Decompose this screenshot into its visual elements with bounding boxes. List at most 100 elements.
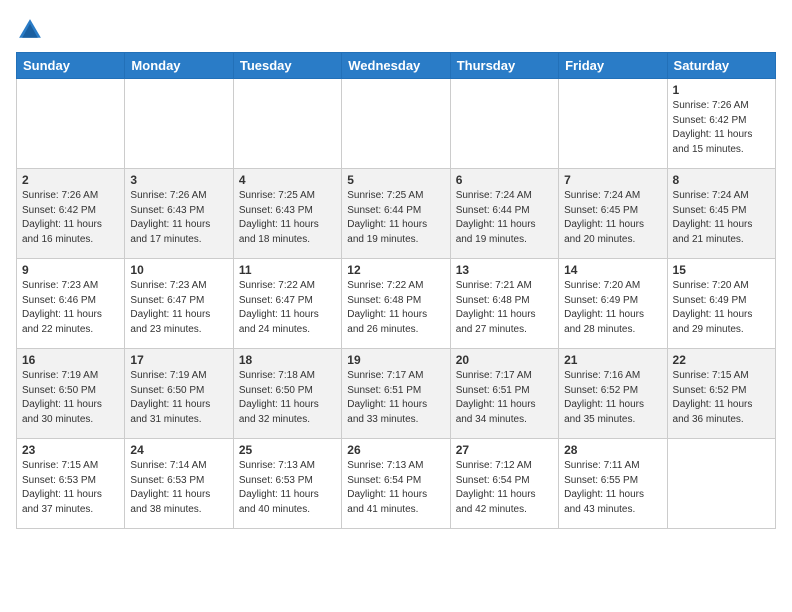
day-info: Sunrise: 7:26 AM Sunset: 6:42 PM Dayligh…: [22, 189, 119, 247]
calendar-cell: [125, 79, 233, 169]
day-number: 3: [130, 173, 227, 187]
calendar-cell: [667, 439, 775, 529]
day-number: 21: [564, 353, 661, 367]
day-info: Sunrise: 7:17 AM Sunset: 6:51 PM Dayligh…: [347, 369, 444, 427]
calendar-header-sunday: Sunday: [17, 53, 125, 79]
calendar-week-row: 9 Sunrise: 7:23 AM Sunset: 6:46 PM Daylig…: [17, 259, 776, 349]
day-number: 18: [239, 353, 336, 367]
calendar-header-monday: Monday: [125, 53, 233, 79]
calendar-cell: [559, 79, 667, 169]
day-number: 20: [456, 353, 553, 367]
day-info: Sunrise: 7:25 AM Sunset: 6:43 PM Dayligh…: [239, 189, 336, 247]
calendar-cell: 20 Sunrise: 7:17 AM Sunset: 6:51 PM Dayli…: [450, 349, 558, 439]
day-number: 9: [22, 263, 119, 277]
day-number: 10: [130, 263, 227, 277]
day-info: Sunrise: 7:13 AM Sunset: 6:54 PM Dayligh…: [347, 459, 444, 517]
day-number: 1: [673, 83, 770, 97]
day-number: 4: [239, 173, 336, 187]
calendar-cell: 22 Sunrise: 7:15 AM Sunset: 6:52 PM Dayli…: [667, 349, 775, 439]
calendar-cell: 21 Sunrise: 7:16 AM Sunset: 6:52 PM Dayli…: [559, 349, 667, 439]
day-info: Sunrise: 7:24 AM Sunset: 6:44 PM Dayligh…: [456, 189, 553, 247]
calendar-cell: 15 Sunrise: 7:20 AM Sunset: 6:49 PM Dayli…: [667, 259, 775, 349]
calendar-cell: 2 Sunrise: 7:26 AM Sunset: 6:42 PM Daylig…: [17, 169, 125, 259]
day-number: 17: [130, 353, 227, 367]
day-info: Sunrise: 7:15 AM Sunset: 6:52 PM Dayligh…: [673, 369, 770, 427]
day-info: Sunrise: 7:15 AM Sunset: 6:53 PM Dayligh…: [22, 459, 119, 517]
calendar-cell: 14Sunrise: 7:20 AM Sunset: 6:49 PM Dayli…: [559, 259, 667, 349]
calendar-cell: 23 Sunrise: 7:15 AM Sunset: 6:53 PM Dayli…: [17, 439, 125, 529]
calendar-cell: 3 Sunrise: 7:26 AM Sunset: 6:43 PM Daylig…: [125, 169, 233, 259]
day-info: Sunrise: 7:14 AM Sunset: 6:53 PM Dayligh…: [130, 459, 227, 517]
day-number: 24: [130, 443, 227, 457]
day-info: Sunrise: 7:23 AM Sunset: 6:46 PM Dayligh…: [22, 279, 119, 337]
day-info: Sunrise: 7:25 AM Sunset: 6:44 PM Dayligh…: [347, 189, 444, 247]
day-info: Sunrise: 7:23 AM Sunset: 6:47 PM Dayligh…: [130, 279, 227, 337]
calendar-cell: 17 Sunrise: 7:19 AM Sunset: 6:50 PM Dayli…: [125, 349, 233, 439]
day-number: 26: [347, 443, 444, 457]
day-info: Sunrise: 7:17 AM Sunset: 6:51 PM Dayligh…: [456, 369, 553, 427]
calendar-cell: 8 Sunrise: 7:24 AM Sunset: 6:45 PM Daylig…: [667, 169, 775, 259]
day-info: Sunrise: 7:12 AM Sunset: 6:54 PM Dayligh…: [456, 459, 553, 517]
day-info: Sunrise: 7:26 AM Sunset: 6:43 PM Dayligh…: [130, 189, 227, 247]
calendar-week-row: 1 Sunrise: 7:26 AM Sunset: 6:42 PM Daylig…: [17, 79, 776, 169]
calendar-cell: 9 Sunrise: 7:23 AM Sunset: 6:46 PM Daylig…: [17, 259, 125, 349]
calendar-cell: 28 Sunrise: 7:11 AM Sunset: 6:55 PM Dayli…: [559, 439, 667, 529]
calendar-header-row: SundayMondayTuesdayWednesdayThursdayFrid…: [17, 53, 776, 79]
day-number: 19: [347, 353, 444, 367]
day-info: Sunrise: 7:22 AM Sunset: 6:47 PM Dayligh…: [239, 279, 336, 337]
calendar-table: SundayMondayTuesdayWednesdayThursdayFrid…: [16, 52, 776, 529]
day-info: Sunrise: 7:22 AM Sunset: 6:48 PM Dayligh…: [347, 279, 444, 337]
day-info: Sunrise: 7:21 AM Sunset: 6:48 PM Dayligh…: [456, 279, 553, 337]
day-number: 6: [456, 173, 553, 187]
day-info: Sunrise: 7:18 AM Sunset: 6:50 PM Dayligh…: [239, 369, 336, 427]
day-info: Sunrise: 7:13 AM Sunset: 6:53 PM Dayligh…: [239, 459, 336, 517]
day-number: 25: [239, 443, 336, 457]
calendar-header-wednesday: Wednesday: [342, 53, 450, 79]
calendar-cell: [450, 79, 558, 169]
day-number: 5: [347, 173, 444, 187]
calendar-cell: 6 Sunrise: 7:24 AM Sunset: 6:44 PM Daylig…: [450, 169, 558, 259]
logo: [16, 16, 48, 44]
calendar-cell: 5 Sunrise: 7:25 AM Sunset: 6:44 PM Daylig…: [342, 169, 450, 259]
day-number: 28: [564, 443, 661, 457]
calendar-cell: 24 Sunrise: 7:14 AM Sunset: 6:53 PM Dayli…: [125, 439, 233, 529]
page-header: [16, 16, 776, 44]
day-number: 13: [456, 263, 553, 277]
calendar-cell: 10 Sunrise: 7:23 AM Sunset: 6:47 PM Dayli…: [125, 259, 233, 349]
day-number: 23: [22, 443, 119, 457]
calendar-cell: 25 Sunrise: 7:13 AM Sunset: 6:53 PM Dayli…: [233, 439, 341, 529]
calendar-cell: 4 Sunrise: 7:25 AM Sunset: 6:43 PM Daylig…: [233, 169, 341, 259]
day-number: 7: [564, 173, 661, 187]
day-number: 2: [22, 173, 119, 187]
calendar-cell: 16Sunrise: 7:19 AM Sunset: 6:50 PM Dayli…: [17, 349, 125, 439]
day-info: Sunrise: 7:16 AM Sunset: 6:52 PM Dayligh…: [564, 369, 661, 427]
calendar-cell: [342, 79, 450, 169]
logo-icon: [16, 16, 44, 44]
calendar-week-row: 16 Sunrise: 7:19 AM Sunset: 6:50 PM Dayli…: [17, 349, 776, 439]
day-number: 16: [22, 353, 119, 367]
calendar-cell: 18 Sunrise: 7:18 AM Sunset: 6:50 PM Dayli…: [233, 349, 341, 439]
calendar-header-saturday: Saturday: [667, 53, 775, 79]
day-number: 11: [239, 263, 336, 277]
day-number: 15: [673, 263, 770, 277]
day-number: 14: [564, 263, 661, 277]
day-number: 22: [673, 353, 770, 367]
calendar-cell: 13 Sunrise: 7:21 AM Sunset: 6:48 PM Dayli…: [450, 259, 558, 349]
calendar-cell: 7 Sunrise: 7:24 AM Sunset: 6:45 PM Daylig…: [559, 169, 667, 259]
day-info: Sunrise: 7:19 AM Sunset: 6:50 PM Dayligh…: [130, 369, 227, 427]
calendar-cell: 19 Sunrise: 7:17 AM Sunset: 6:51 PM Dayli…: [342, 349, 450, 439]
calendar-week-row: 2 Sunrise: 7:26 AM Sunset: 6:42 PM Daylig…: [17, 169, 776, 259]
calendar-cell: 11 Sunrise: 7:22 AM Sunset: 6:47 PM Dayli…: [233, 259, 341, 349]
day-info: Sunrise: 7:26 AM Sunset: 6:42 PM Dayligh…: [673, 99, 770, 157]
day-info: Sunrise: 7:11 AM Sunset: 6:55 PM Dayligh…: [564, 459, 661, 517]
day-info: Sunrise: 7:24 AM Sunset: 6:45 PM Dayligh…: [673, 189, 770, 247]
day-number: 27: [456, 443, 553, 457]
calendar-header-tuesday: Tuesday: [233, 53, 341, 79]
calendar-cell: [233, 79, 341, 169]
calendar-cell: 27 Sunrise: 7:12 AM Sunset: 6:54 PM Dayli…: [450, 439, 558, 529]
calendar-week-row: 23 Sunrise: 7:15 AM Sunset: 6:53 PM Dayli…: [17, 439, 776, 529]
day-info: Sunrise: 7:20 AM Sunset: 6:49 PM Dayligh…: [673, 279, 770, 337]
day-info: Sunrise: 7:24 AM Sunset: 6:45 PM Dayligh…: [564, 189, 661, 247]
day-number: 8: [673, 173, 770, 187]
calendar-header-friday: Friday: [559, 53, 667, 79]
